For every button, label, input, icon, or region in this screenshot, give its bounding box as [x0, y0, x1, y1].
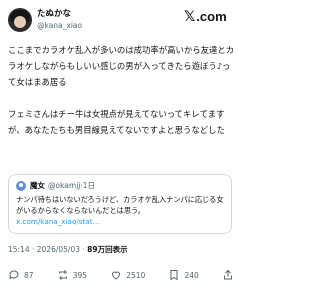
bookmark-button[interactable]: 240 — [168, 269, 199, 281]
like-count: 2510 — [126, 270, 146, 280]
post-paragraph: ここまでカラオケ乱入が多いのは成功率が高いから友達とカラオケしながらもしいい感じ… — [8, 45, 235, 87]
action-bar: 87 395 2510 240 — [8, 268, 234, 282]
post-body: ここまでカラオケ乱入が多いのは成功率が高いから友達とカラオケしながらもしいい感じ… — [8, 42, 236, 154]
repost-button[interactable]: 395 — [57, 269, 87, 281]
author-avatar[interactable] — [8, 8, 32, 32]
quoted-post[interactable]: 魔女 @okamjj · 1日 ナンパ待ちはいないだろうけど、カラオケ乱入ナンパ… — [8, 174, 232, 234]
author-handle[interactable]: @kana_xiao — [37, 21, 82, 31]
share-icon — [223, 269, 232, 280]
author-display-name[interactable]: たぬかな — [37, 9, 71, 20]
quoted-post-header: 魔女 @okamjj · 1日 — [16, 180, 224, 192]
post-paragraph: フェミさんはチー牛は女視点が見えてないってキレてますが、あなたたちも男目線見えて… — [8, 109, 225, 135]
heart-icon — [112, 271, 121, 280]
quoted-post-link[interactable]: x.com/kana_xiao/stat... — [16, 217, 99, 226]
repost-icon — [58, 270, 67, 280]
bookmark-count: 240 — [184, 270, 199, 280]
quoted-post-age: 1日 — [82, 181, 96, 190]
quoted-post-body: ナンパ待ちはいないだろうけど、カラオケ乱入ナンパに応じる女がいるからなくならない… — [16, 195, 224, 215]
x-logo: 𝕏 .com — [184, 9, 227, 25]
post-timestamp: 15:14 · 2026/05/03 · 89万回表示 — [8, 244, 128, 255]
view-count: 89万回表示 — [87, 245, 128, 254]
reply-button[interactable]: 87 — [8, 269, 34, 281]
bookmark-icon — [170, 270, 178, 281]
x-logo-domain: .com — [196, 9, 227, 24]
reply-count: 87 — [24, 270, 34, 280]
like-button[interactable]: 2510 — [110, 269, 145, 281]
reply-icon — [9, 270, 19, 280]
quoted-author-handle: @okamjj — [48, 181, 81, 190]
x-logo-icon: 𝕏 — [184, 9, 196, 25]
quoted-author-avatar — [16, 181, 26, 191]
post-time[interactable]: 15:14 · 2026/05/03 · — [8, 245, 87, 254]
repost-count: 395 — [72, 270, 88, 280]
share-button[interactable] — [222, 269, 234, 281]
quoted-post-text: ナンパ待ちはいないだろうけど、カラオケ乱入ナンパに応じる女がいるからなくならない… — [16, 194, 224, 227]
quoted-author-name: 魔女 — [30, 181, 45, 190]
